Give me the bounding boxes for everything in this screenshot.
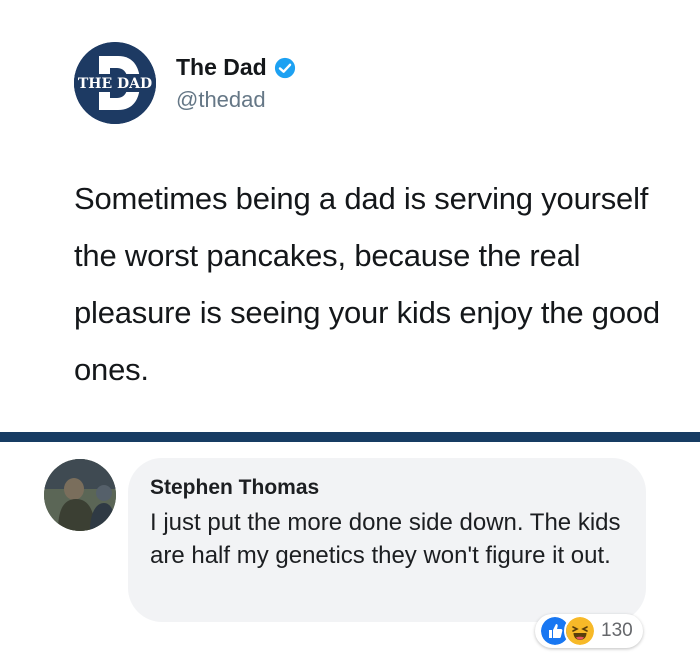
logo-text: THE DAD <box>78 76 152 92</box>
section-divider <box>0 432 700 442</box>
commenter-photo <box>44 459 116 531</box>
commenter-avatar[interactable] <box>44 459 116 531</box>
tweet-text: Sometimes being a dad is serving yoursel… <box>74 181 660 387</box>
tweet-author[interactable]: The Dad <box>176 54 296 81</box>
tweet-card: THE DAD The Dad @thedad Sometimes being … <box>0 0 700 432</box>
logo-graphic: THE DAD <box>74 42 156 124</box>
verified-badge-icon <box>274 57 295 78</box>
haha-icon <box>564 615 596 647</box>
comment-text: I just put the more done side down. The … <box>150 509 621 569</box>
tweet-author-handle[interactable]: @thedad <box>176 87 266 113</box>
commenter-name[interactable]: Stephen Thomas <box>150 476 319 500</box>
the-dad-logo-avatar[interactable]: THE DAD <box>74 42 156 124</box>
reactions-summary[interactable]: 130 <box>535 614 643 648</box>
tweet-author-name[interactable]: The Dad <box>176 54 267 81</box>
reaction-count: 130 <box>601 620 633 641</box>
comment-bubble: Stephen Thomas I just put the more done … <box>128 458 646 622</box>
